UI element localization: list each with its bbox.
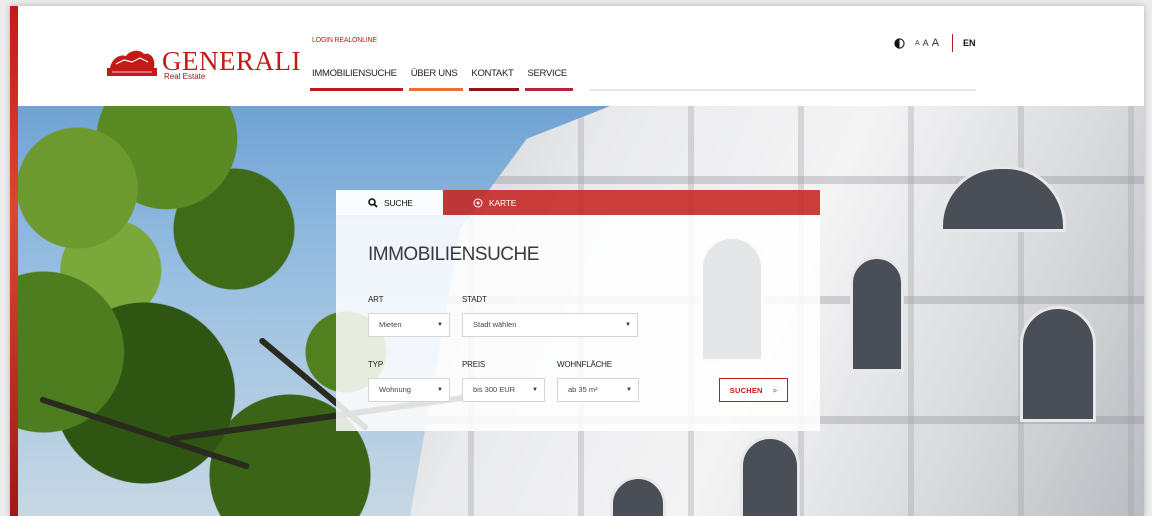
preis-value: bis 300 EUR [473, 385, 516, 394]
contrast-icon[interactable] [894, 37, 905, 49]
nav-item-label: ÜBER UNS [410, 68, 458, 79]
art-label: ART [368, 295, 384, 304]
nav-divider-line [590, 89, 976, 91]
nav-underline [310, 88, 403, 91]
nav-item-label: IMMOBILIENSUCHE [312, 68, 397, 79]
chevron-down-icon: ▼ [626, 387, 632, 393]
wohnflaeche-select[interactable]: ab 35 m² ▼ [557, 378, 639, 402]
preis-label: PREIS [462, 360, 486, 369]
search-icon [368, 197, 378, 208]
font-size-large-button[interactable]: A [932, 37, 939, 49]
nav-item-ueber-uns[interactable]: ÜBER UNS [408, 68, 464, 91]
login-realonline-link[interactable]: LOGIN REALONLINE [312, 37, 377, 44]
typ-value: Wohnung [379, 385, 411, 394]
map-pin-icon [473, 198, 483, 208]
building-window [850, 256, 904, 372]
nav-underline [408, 88, 464, 91]
nav-item-service[interactable]: SERVICE [525, 68, 573, 91]
art-value: Mieten [379, 320, 402, 329]
nav-underline [469, 88, 520, 91]
browser-page: GENERALI Real Estate LOGIN REALONLINE IM… [10, 6, 1144, 516]
art-select[interactable]: Mieten ▼ [368, 313, 450, 337]
tab-label: SUCHE [384, 197, 413, 208]
left-accent-bar [10, 6, 18, 516]
lion-logo-icon [107, 50, 157, 76]
search-panel: IMMOBILIENSUCHE ART Mieten ▼ STADT Stadt… [336, 215, 820, 431]
chevron-right-icon: > [772, 385, 778, 395]
brand-subtitle: Real Estate [164, 72, 206, 81]
chevron-down-icon: ▼ [437, 387, 443, 393]
search-submit-label: SUCHEN [729, 385, 763, 395]
search-title: IMMOBILIENSUCHE [368, 244, 539, 265]
tab-suche[interactable]: SUCHE [336, 190, 443, 215]
tools-separator [952, 34, 954, 52]
nav-item-label: SERVICE [527, 68, 567, 79]
site-header: GENERALI Real Estate LOGIN REALONLINE IM… [10, 6, 1144, 106]
font-size-small-button[interactable]: A [915, 40, 920, 47]
search-tabs: SUCHE KARTE [336, 190, 820, 215]
generali-logo[interactable]: GENERALI Real Estate [106, 46, 300, 82]
stadt-label: STADT [462, 295, 487, 304]
building-window [740, 436, 800, 516]
typ-label: TYP [368, 360, 383, 369]
wohnflaeche-value: ab 35 m² [568, 385, 598, 394]
nav-item-immobiliensuche[interactable]: IMMOBILIENSUCHE [310, 68, 403, 91]
stadt-value: Stadt wählen [473, 320, 517, 329]
search-submit-button[interactable]: SUCHEN > [719, 378, 788, 402]
accessibility-tools: A A A EN [894, 34, 976, 52]
nav-item-label: KONTAKT [471, 68, 514, 79]
language-switch-en[interactable]: EN [963, 38, 976, 48]
chevron-down-icon: ▼ [437, 322, 443, 328]
nav-item-kontakt[interactable]: KONTAKT [469, 68, 520, 91]
typ-select[interactable]: Wohnung ▼ [368, 378, 450, 402]
preis-select[interactable]: bis 300 EUR ▼ [462, 378, 545, 402]
building-window [1020, 306, 1096, 422]
font-size-medium-button[interactable]: A [923, 38, 929, 48]
main-nav: IMMOBILIENSUCHE ÜBER UNS KONTAKT SERVICE [310, 68, 581, 91]
nav-underline [525, 88, 573, 91]
tab-label: KARTE [489, 197, 517, 208]
tab-karte[interactable]: KARTE [443, 190, 820, 215]
stadt-select[interactable]: Stadt wählen ▼ [462, 313, 638, 337]
chevron-down-icon: ▼ [532, 387, 538, 393]
wohnflaeche-label: WOHNFLÄCHE [557, 360, 612, 369]
chevron-down-icon: ▼ [625, 322, 631, 328]
